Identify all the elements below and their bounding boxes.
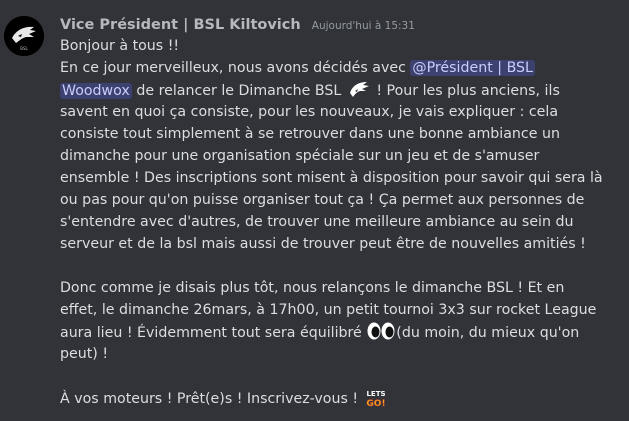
message-line: En ce jour merveilleux, nous avons décid… — [60, 57, 625, 79]
message-line: consiste tout simplement à se retrouver … — [60, 126, 560, 142]
message-text: ! Pour les plus anciens, ils — [371, 83, 560, 99]
svg-text:BSL: BSL — [20, 46, 28, 51]
wolf-emoji-icon — [349, 82, 369, 97]
eyes-emoji-icon — [367, 322, 395, 340]
message-line: aura lieu ! Évidemment tout sera équilib… — [60, 321, 625, 343]
message-header: Vice Président | BSL Kiltovich Aujourd'h… — [60, 14, 415, 34]
chat-message: BSL Vice Président | BSL Kiltovich Aujou… — [0, 0, 629, 421]
message-line: ou pas pour qu'on puisse organiser tout … — [60, 192, 585, 208]
message-text: En ce jour merveilleux, nous avons décid… — [60, 60, 411, 76]
message-line: effet, le dimanche 26mars, à 17h00, un p… — [60, 302, 597, 318]
message-line: ensemble ! Des inscriptions sont misent … — [60, 170, 603, 186]
message-line: serveur et de la bsl mais aussi de trouv… — [60, 236, 586, 252]
message-line: s'entendre avec d'autres, de trouver une… — [60, 214, 574, 230]
author-name[interactable]: Vice Président | BSL Kiltovich — [60, 17, 301, 33]
lets-go-text-top: LETS — [366, 390, 385, 398]
message-line: dimanche pour une organisation spéciale … — [60, 148, 540, 164]
user-mention[interactable]: @Président | BSL — [410, 60, 535, 76]
lets-go-text-bottom: GO! — [366, 399, 385, 409]
author-avatar[interactable]: BSL — [4, 16, 44, 56]
message-line: peut) ! — [60, 346, 109, 362]
user-mention-continued[interactable]: Woodwox — [60, 83, 132, 99]
message-text: de relancer le Dimanche BSL — [131, 83, 346, 99]
message-line: Donc comme je disais plus tôt, nous rela… — [60, 280, 565, 296]
message-text: aura lieu ! Évidemment tout sera équilib… — [60, 325, 367, 341]
message-line: À vos moteurs ! Prêt(e)s ! Inscrivez-vou… — [60, 387, 625, 409]
message-line: savent en quoi ça consiste, pour les nou… — [60, 104, 559, 120]
message-line: Bonjour à tous !! — [60, 38, 180, 54]
wolf-logo-icon: BSL — [4, 16, 44, 56]
message-text: À vos moteurs ! Prêt(e)s ! Inscrivez-vou… — [60, 391, 363, 407]
lets-go-emoji-icon: LETS GO! — [366, 390, 386, 409]
message-text: (du moin, du mieux qu'on — [396, 325, 580, 341]
message-timestamp[interactable]: Aujourd'hui à 15:31 — [312, 20, 415, 32]
message-line: Woodwox de relancer le Dimanche BSL ! Po… — [60, 79, 625, 101]
message-content: Bonjour à tous !! En ce jour merveilleux… — [60, 35, 625, 409]
